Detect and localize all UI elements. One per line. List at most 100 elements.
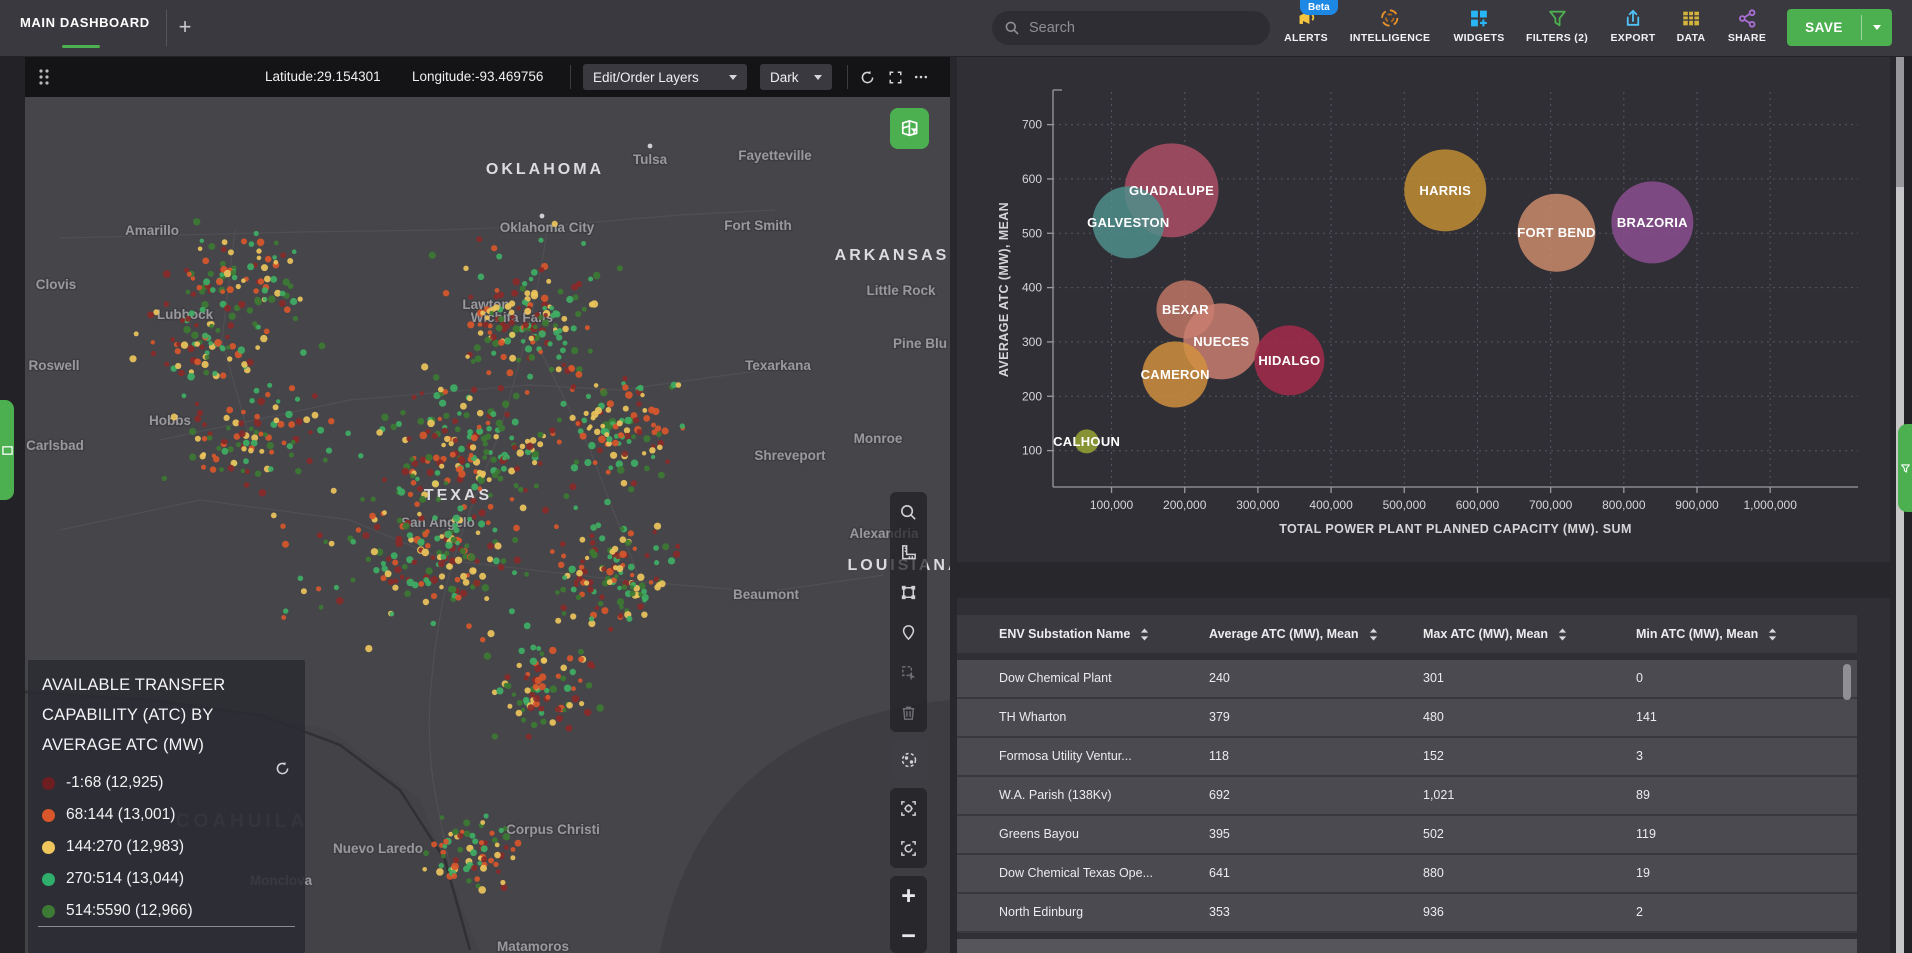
map-dot[interactable] bbox=[583, 410, 589, 416]
map-dot[interactable] bbox=[585, 393, 592, 399]
map-dot[interactable] bbox=[542, 657, 547, 663]
map-dot[interactable] bbox=[486, 556, 494, 563]
map-dot[interactable] bbox=[467, 429, 473, 435]
map-dot[interactable] bbox=[253, 387, 260, 394]
map-dot[interactable] bbox=[386, 556, 392, 562]
map-dot[interactable] bbox=[538, 237, 544, 243]
map-dot[interactable] bbox=[487, 330, 493, 335]
map-dot[interactable] bbox=[563, 684, 572, 692]
map-dot[interactable] bbox=[607, 554, 613, 560]
map-dot[interactable] bbox=[475, 530, 481, 536]
map-dot[interactable] bbox=[561, 553, 567, 559]
map-dot[interactable] bbox=[194, 341, 200, 347]
map-dot[interactable] bbox=[382, 510, 387, 516]
map-dot[interactable] bbox=[208, 243, 216, 250]
map-dot[interactable] bbox=[649, 447, 656, 454]
map-dot[interactable] bbox=[263, 328, 270, 335]
lasso-select-button[interactable] bbox=[890, 740, 927, 780]
map-dot[interactable] bbox=[243, 458, 249, 465]
map-dot[interactable] bbox=[594, 605, 600, 611]
map-dot[interactable] bbox=[545, 694, 551, 700]
map-dot[interactable] bbox=[199, 238, 204, 243]
map-dot[interactable] bbox=[427, 419, 435, 428]
map-dot[interactable] bbox=[270, 512, 277, 519]
legend-item[interactable]: 270:514 (13,044) bbox=[42, 870, 291, 888]
map-dot[interactable] bbox=[473, 579, 481, 587]
map-dot[interactable] bbox=[174, 348, 181, 355]
map-dot[interactable] bbox=[227, 322, 235, 329]
map-dot[interactable] bbox=[673, 550, 681, 558]
map-dot[interactable] bbox=[452, 857, 460, 864]
share-button[interactable]: SHARE bbox=[1728, 6, 1766, 50]
map-dot[interactable] bbox=[221, 239, 228, 246]
map-dot[interactable] bbox=[605, 407, 612, 413]
map-dot[interactable] bbox=[201, 436, 208, 442]
map-dot[interactable] bbox=[571, 347, 579, 355]
map-dot[interactable] bbox=[470, 497, 477, 504]
map-dot[interactable] bbox=[226, 406, 234, 414]
map-dot[interactable] bbox=[230, 270, 237, 276]
map-dot[interactable] bbox=[178, 369, 185, 377]
map-dot[interactable] bbox=[202, 422, 207, 428]
map-dot[interactable] bbox=[297, 296, 303, 302]
map-dot[interactable] bbox=[565, 724, 573, 732]
map-dot[interactable] bbox=[470, 434, 478, 442]
map-dot[interactable] bbox=[585, 682, 593, 689]
map-dot[interactable] bbox=[511, 692, 517, 697]
map-dot[interactable] bbox=[458, 445, 465, 453]
map-dot[interactable] bbox=[512, 392, 520, 400]
map-dot[interactable] bbox=[559, 541, 566, 547]
map-dot[interactable] bbox=[220, 246, 227, 253]
map-dot[interactable] bbox=[601, 566, 607, 572]
map-dot[interactable] bbox=[382, 477, 387, 483]
map-dot[interactable] bbox=[484, 336, 491, 344]
map-dot[interactable] bbox=[279, 290, 286, 297]
legend-item[interactable]: 68:144 (13,001) bbox=[42, 806, 291, 824]
map-dot[interactable] bbox=[508, 309, 515, 316]
map-dot[interactable] bbox=[441, 427, 448, 434]
map-dot[interactable] bbox=[542, 305, 547, 311]
map-dot[interactable] bbox=[502, 833, 511, 841]
map-dot[interactable] bbox=[637, 603, 644, 610]
map-dot[interactable] bbox=[502, 455, 507, 461]
map-dot[interactable] bbox=[209, 287, 216, 293]
map-dot[interactable] bbox=[451, 873, 458, 879]
map-dot[interactable] bbox=[491, 733, 498, 740]
map-dot[interactable] bbox=[537, 441, 544, 448]
map-dot[interactable] bbox=[569, 483, 577, 491]
map-dot[interactable] bbox=[211, 453, 217, 458]
map-dot[interactable] bbox=[454, 556, 463, 564]
map-dot[interactable] bbox=[573, 579, 579, 585]
map-dot[interactable] bbox=[491, 245, 498, 252]
map-dot[interactable] bbox=[147, 311, 155, 319]
map-dot[interactable] bbox=[653, 522, 662, 530]
map-dot[interactable] bbox=[570, 384, 577, 390]
map-dot[interactable] bbox=[579, 701, 585, 707]
map-dot[interactable] bbox=[628, 486, 635, 493]
save-button[interactable]: SAVE bbox=[1787, 9, 1892, 46]
map-dot[interactable] bbox=[593, 383, 599, 388]
map-dot[interactable] bbox=[402, 563, 408, 570]
map-dot[interactable] bbox=[225, 345, 231, 350]
legend-item[interactable]: -1:68 (12,925) bbox=[42, 774, 291, 792]
map-dot[interactable] bbox=[318, 342, 326, 350]
sort-icon[interactable] bbox=[1139, 627, 1150, 642]
map-dot[interactable] bbox=[370, 496, 376, 502]
map-dot[interactable] bbox=[467, 553, 476, 561]
map-dot[interactable] bbox=[587, 348, 593, 354]
map-dot[interactable] bbox=[400, 409, 406, 416]
filters-button[interactable]: FILTERS (2) bbox=[1526, 6, 1588, 50]
map-dot[interactable] bbox=[466, 395, 473, 402]
map-dot[interactable] bbox=[570, 464, 579, 472]
map-dot[interactable] bbox=[242, 439, 250, 447]
map-dot[interactable] bbox=[458, 470, 466, 478]
map-dot[interactable] bbox=[513, 483, 519, 489]
map-dot[interactable] bbox=[579, 432, 587, 440]
map-dot[interactable] bbox=[441, 853, 446, 859]
draw-polygon-button[interactable] bbox=[890, 572, 927, 612]
map-dot[interactable] bbox=[426, 468, 434, 477]
map-dot[interactable] bbox=[365, 645, 373, 653]
map-dot[interactable] bbox=[483, 652, 492, 660]
map-dot[interactable] bbox=[392, 584, 399, 591]
map-dot[interactable] bbox=[257, 278, 265, 285]
